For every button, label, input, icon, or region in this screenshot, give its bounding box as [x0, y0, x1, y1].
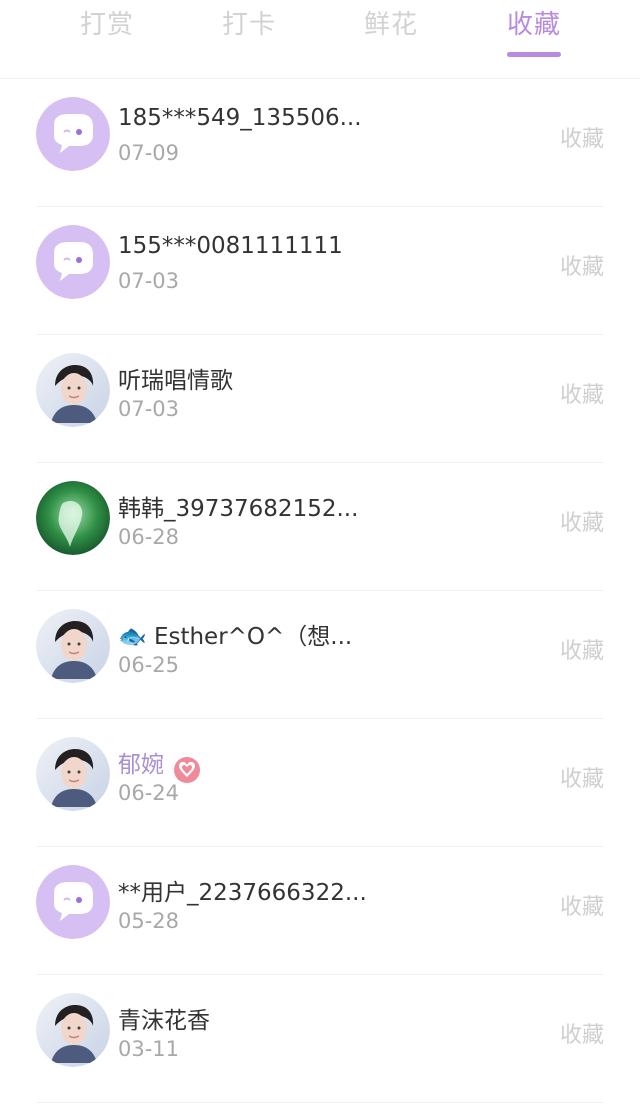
- favorite-date: 05-28: [118, 909, 180, 933]
- tab-favorites[interactable]: 收藏: [489, 4, 579, 57]
- tab-label: 收藏: [506, 10, 561, 40]
- favorite-button[interactable]: 收藏: [560, 761, 604, 793]
- avatar[interactable]: [36, 993, 110, 1067]
- favorite-date: 06-25: [118, 653, 180, 677]
- favorite-date: 07-03: [118, 397, 180, 421]
- tab-flowers[interactable]: 鲜花: [346, 4, 436, 41]
- favorite-button[interactable]: 收藏: [560, 889, 604, 921]
- user-name: 青沫花香: [118, 1008, 210, 1034]
- default-avatar[interactable]: [36, 97, 110, 171]
- tab-bar: 打赏 打卡 鲜花 收藏: [0, 0, 640, 79]
- tab-label: 打卡: [221, 10, 276, 40]
- tab-label: 打赏: [79, 10, 134, 40]
- default-avatar[interactable]: [36, 865, 110, 939]
- default-avatar[interactable]: [36, 225, 110, 299]
- user-name: **用户_2237666322...: [118, 880, 367, 906]
- active-tab-indicator: [507, 52, 561, 57]
- user-name: 郁婉: [118, 752, 164, 778]
- favorite-date: 03-11: [118, 1037, 180, 1061]
- list-item[interactable]: 青沫花香 03-11 收藏: [36, 975, 604, 1103]
- avatar[interactable]: [36, 737, 110, 811]
- favorite-date: 06-28: [118, 525, 180, 549]
- list-item[interactable]: **用户_2237666322... 05-28 收藏: [36, 847, 604, 975]
- vip-heart-icon: [174, 757, 200, 783]
- list-item[interactable]: 郁婉 06-24 收藏: [36, 719, 604, 847]
- list-item[interactable]: 听瑞唱情歌 07-03 收藏: [36, 335, 604, 463]
- user-name: 185***549_135506...: [118, 105, 362, 131]
- tab-label: 鲜花: [363, 10, 418, 40]
- tab-tip[interactable]: 打赏: [62, 4, 152, 41]
- tab-checkin[interactable]: 打卡: [204, 4, 294, 41]
- favorite-button[interactable]: 收藏: [560, 121, 604, 153]
- list-item[interactable]: 韩韩_39737682152... 06-28 收藏: [36, 463, 604, 591]
- favorite-date: 07-03: [118, 269, 180, 293]
- favorite-button[interactable]: 收藏: [560, 1017, 604, 1049]
- favorite-button[interactable]: 收藏: [560, 505, 604, 537]
- favorite-date: 07-09: [118, 141, 180, 165]
- avatar[interactable]: [36, 353, 110, 427]
- favorite-date: 06-24: [118, 781, 180, 805]
- favorite-button[interactable]: 收藏: [560, 633, 604, 665]
- list-item[interactable]: 155***0081111111 07-03 收藏: [36, 207, 604, 335]
- avatar[interactable]: [36, 609, 110, 683]
- user-name: 155***0081111111: [118, 233, 343, 259]
- user-name: 听瑞唱情歌: [118, 368, 233, 394]
- favorite-button[interactable]: 收藏: [560, 249, 604, 281]
- list-item[interactable]: 🐟 Esther^O^（想... 06-25 收藏: [36, 591, 604, 719]
- list-item[interactable]: 185***549_135506... 07-09 收藏: [36, 79, 604, 207]
- user-name: 🐟 Esther^O^（想...: [118, 624, 353, 650]
- favorite-list: 185***549_135506... 07-09 收藏 155***0081111…: [0, 79, 640, 1103]
- favorite-button[interactable]: 收藏: [560, 377, 604, 409]
- user-name: 韩韩_39737682152...: [118, 496, 359, 522]
- avatar[interactable]: [36, 481, 110, 555]
